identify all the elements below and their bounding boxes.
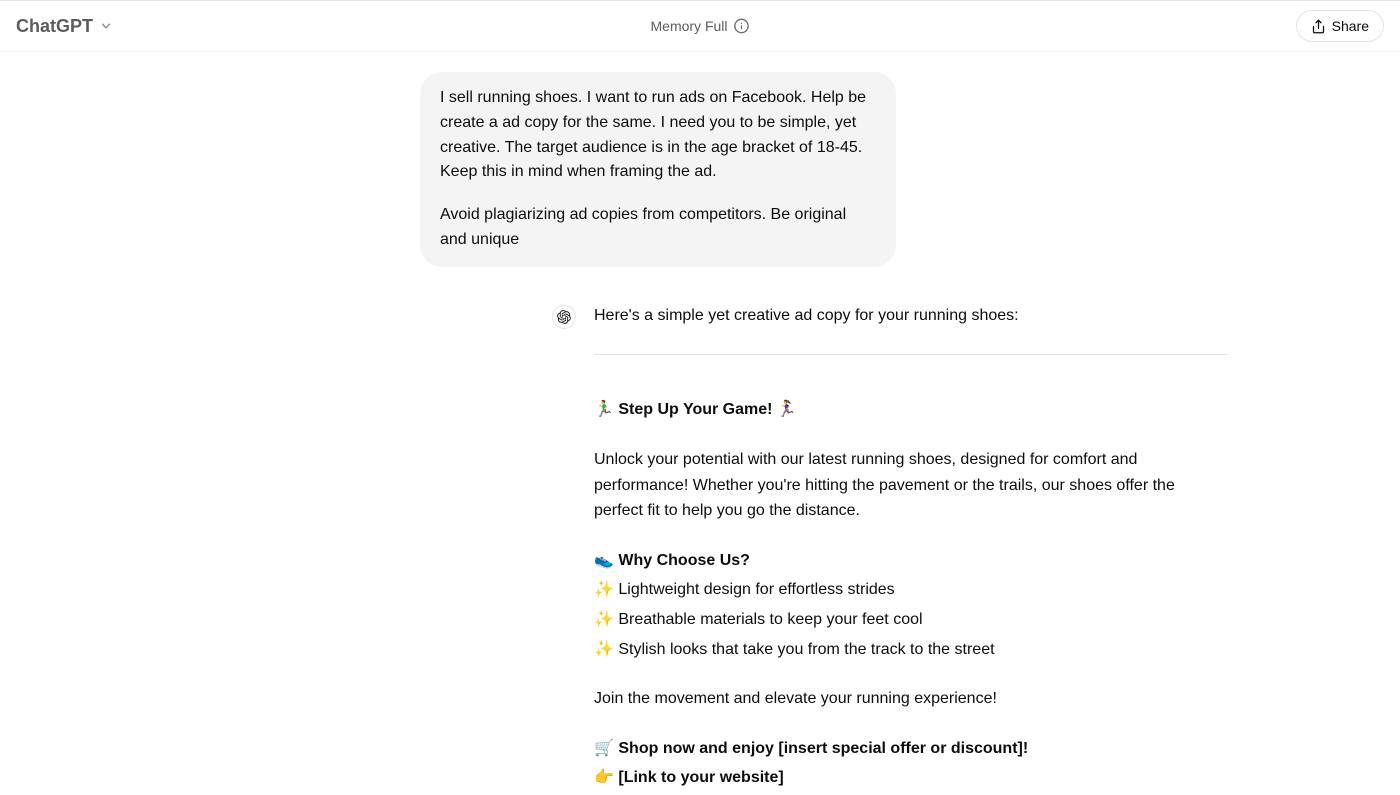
ad-bullet-1: ✨ Lightweight design for effortless stri…: [594, 577, 1228, 603]
assistant-avatar-icon: [552, 305, 576, 329]
assistant-intro: Here's a simple yet creative ad copy for…: [594, 303, 1228, 329]
share-icon: [1311, 19, 1326, 34]
header: ChatGPT Memory Full Share: [0, 0, 1400, 52]
memory-status-text: Memory Full: [650, 18, 727, 34]
share-button[interactable]: Share: [1296, 10, 1384, 42]
ad-bullet-3: ✨ Stylish looks that take you from the t…: [594, 637, 1228, 663]
conversation: I sell running shoes. I want to run ads …: [0, 52, 1400, 795]
model-name: ChatGPT: [16, 16, 93, 37]
share-label: Share: [1332, 18, 1369, 34]
user-paragraph-2: Avoid plagiarizing ad copies from compet…: [440, 203, 876, 253]
info-icon: [734, 18, 750, 34]
ad-shop-line: 🛒 Shop now and enjoy [insert special off…: [594, 736, 1228, 762]
assistant-content: Here's a simple yet creative ad copy for…: [594, 303, 1228, 795]
ad-join: Join the movement and elevate your runni…: [594, 686, 1228, 712]
ad-copy-block: 🏃‍♂️ Step Up Your Game! 🏃‍♀️ Unlock your…: [594, 397, 1228, 791]
assistant-row: Here's a simple yet creative ad copy for…: [168, 303, 1232, 795]
ad-headline: 🏃‍♂️ Step Up Your Game! 🏃‍♀️: [594, 397, 1228, 423]
ad-why-heading: 👟 Why Choose Us?: [594, 548, 1228, 574]
header-right: Share: [1296, 10, 1384, 42]
user-message: I sell running shoes. I want to run ads …: [420, 72, 896, 267]
ad-why-section: 👟 Why Choose Us? ✨ Lightweight design fo…: [594, 548, 1228, 662]
ad-bullet-2: ✨ Breathable materials to keep your feet…: [594, 607, 1228, 633]
model-selector[interactable]: ChatGPT: [16, 16, 113, 37]
memory-status[interactable]: Memory Full: [650, 18, 749, 34]
user-paragraph-1: I sell running shoes. I want to run ads …: [440, 86, 876, 185]
user-message-wrap: I sell running shoes. I want to run ads …: [168, 72, 1232, 267]
divider: [594, 354, 1228, 355]
chevron-down-icon: [99, 19, 113, 33]
ad-link-line: 👉 [Link to your website]: [594, 765, 1228, 791]
ad-body: Unlock your potential with our latest ru…: [594, 447, 1228, 524]
